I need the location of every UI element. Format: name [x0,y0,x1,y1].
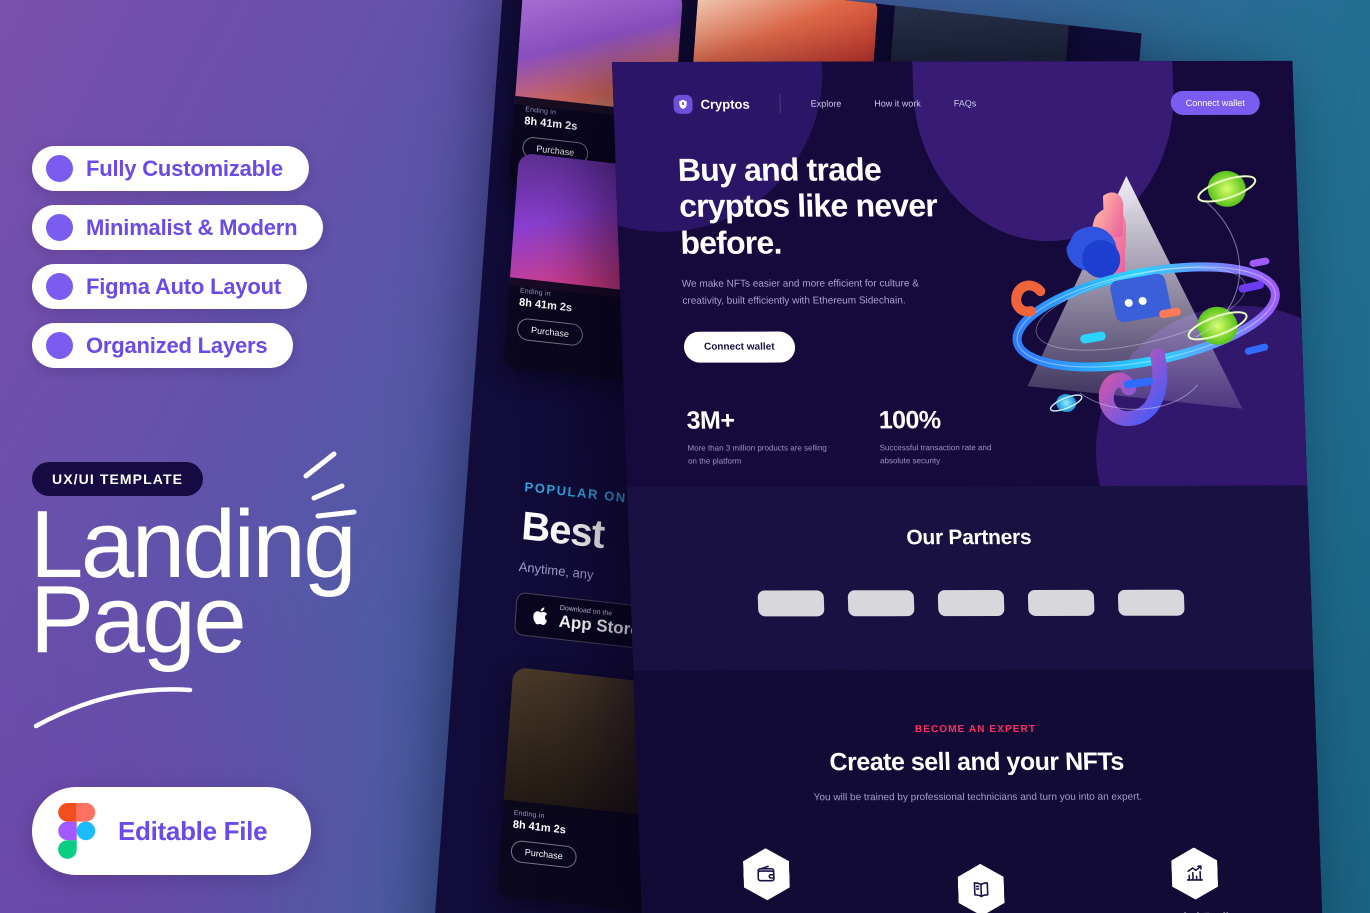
bullet-dot-icon [46,214,73,241]
stat-description: More than 3 million products are selling… [687,443,827,466]
expert-paragraph: You will be trained by professional tech… [813,791,1143,804]
bullet-dot-icon [46,332,73,359]
partner-logo-placeholder [847,590,915,617]
chart-icon [1171,848,1219,900]
navbar-connect-wallet-button[interactable]: Connect wallet [1170,90,1261,115]
hero-section: Cryptos Explore How it work FAQs Connect… [612,60,1308,487]
partners-section: Our Partners [626,485,1314,671]
feature-pill[interactable]: Minimalist & Modern [32,205,324,250]
feature-pill-label: Fully Customizable [86,155,283,181]
nav-links: Explore How it work FAQs [811,98,977,108]
feature-pill[interactable]: Figma Auto Layout [32,264,307,309]
stat-value: 3M+ [686,407,735,436]
feature-pill[interactable]: Organized Layers [32,323,294,368]
decorative-underline-curve [33,687,193,729]
purchase-button[interactable]: Purchase [510,839,578,870]
become-expert-section: BECOME AN EXPERT Create sell and your NF… [633,669,1324,913]
expert-kicker: BECOME AN EXPERT [914,723,1037,736]
partner-logo-placeholder [1117,589,1185,616]
partners-title: Our Partners [905,526,1032,550]
feature-pill-label: Minimalist & Modern [86,214,298,240]
feature-pill[interactable]: Fully Customizable [32,146,309,191]
site-navbar: Cryptos Explore How it work FAQs Connect… [612,61,1294,116]
feature-pill-list: Fully Customizable Minimalist & Modern F… [32,146,324,368]
promo-panel: Fully Customizable Minimalist & Modern F… [0,0,520,913]
stat-item: 3M+ More than 3 million products are sel… [686,407,828,469]
hero-copy: Buy and trade cryptos like never before.… [614,115,953,364]
nav-link-faqs[interactable]: FAQs [954,98,977,108]
partner-logo-placeholder [937,590,1005,617]
hero-heading: Buy and trade cryptos like never before. [677,151,938,261]
book-icon [957,864,1005,913]
cryptos-shield-icon [673,94,693,114]
brand-logo[interactable]: Cryptos [673,94,750,114]
bullet-dot-icon [46,155,73,182]
nav-link-explore[interactable]: Explore [811,99,842,109]
feature-item[interactable]: Excellent Education [915,864,1048,913]
apple-icon [533,607,548,626]
feature-pill-label: Organized Layers [86,332,268,358]
expert-feature-row: Secure Wallet Excellent Education [639,847,1323,913]
figma-logo-icon [58,803,96,859]
editable-file-button[interactable]: Editable File [32,787,312,875]
partner-logo-placeholder [757,590,825,617]
partner-logo-placeholder [1027,589,1095,616]
nav-link-how-it-work[interactable]: How it work [874,98,921,108]
stat-item: 100% Successful transaction rate and abs… [878,407,1020,469]
feature-pill-label: Figma Auto Layout [86,273,281,299]
hero-paragraph: We make NFTs easier and more efficient f… [681,278,920,307]
hero-stats: 3M+ More than 3 million products are sel… [623,362,1307,469]
stat-description: Successful transaction rate and absolute… [879,443,992,466]
decorative-spark-lines [303,451,357,519]
hero-connect-wallet-button[interactable]: Connect wallet [683,331,796,364]
nav-divider [779,93,782,114]
feature-item[interactable]: Secure Wallet [700,848,833,913]
purchase-button[interactable]: Purchase [516,317,584,347]
feature-item[interactable]: Extended Trading [1129,847,1262,913]
wallet-icon [743,848,791,900]
bullet-dot-icon [46,273,73,300]
brand-name: Cryptos [700,96,750,112]
front-mockup-screen: Cryptos Explore How it work FAQs Connect… [612,60,1324,913]
partner-logo-row [630,589,1311,617]
expert-heading: Create sell and your NFTs [829,747,1125,777]
editable-file-label: Editable File [118,815,268,846]
stat-value: 100% [878,406,942,435]
